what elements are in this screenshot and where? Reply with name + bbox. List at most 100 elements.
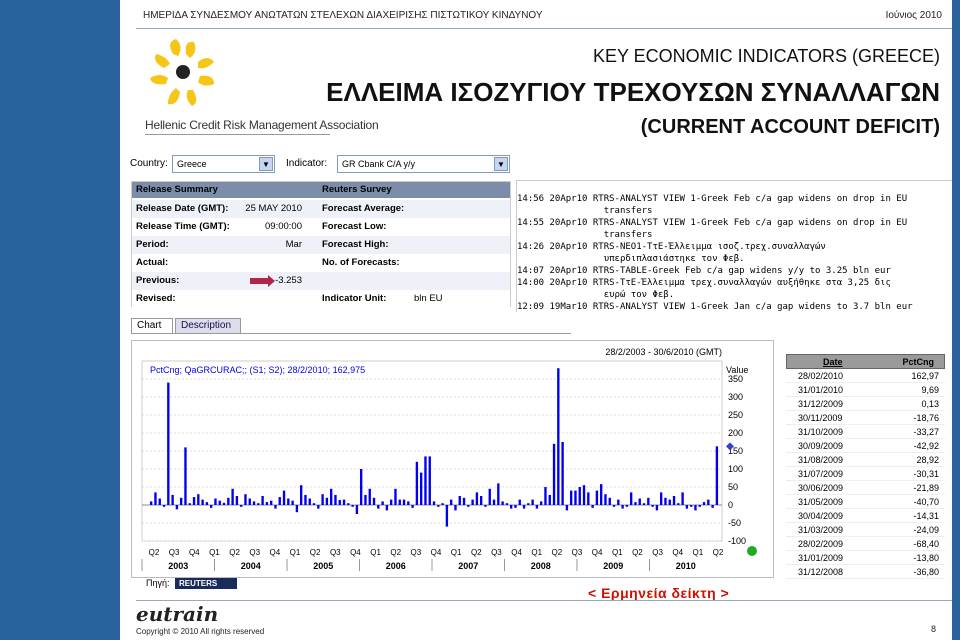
chart-bar xyxy=(475,492,479,505)
x-tick-label: Q1 xyxy=(370,548,381,557)
chart-bar xyxy=(625,505,629,507)
table-row[interactable]: 28/02/2010 162,97 xyxy=(786,369,945,383)
table-row[interactable]: 31/01/2009 -13,80 xyxy=(786,551,945,565)
header-divider xyxy=(136,28,952,29)
table-row[interactable]: 31/08/2009 28,92 xyxy=(786,453,945,467)
x-tick-label: Q3 xyxy=(652,548,663,557)
chart-bar xyxy=(274,505,277,509)
news-item[interactable]: 14:56 20Apr10 RTRS-ANALYST VIEW 1-Greek … xyxy=(517,193,907,205)
reuters-survey-header: Reuters Survey xyxy=(318,182,510,198)
release-key: Release Date (GMT): xyxy=(136,203,229,214)
x-tick-label: Q3 xyxy=(249,548,260,557)
chart-bar xyxy=(201,499,204,505)
country-label: Country: xyxy=(130,158,168,169)
survey-key: Forecast Low: xyxy=(322,221,387,232)
x-tick-label: Q3 xyxy=(169,548,180,557)
pct-cell: -30,31 xyxy=(913,469,939,479)
x-tick-label: Q4 xyxy=(431,548,442,557)
chevron-down-icon[interactable]: ▼ xyxy=(494,157,508,171)
table-row[interactable]: 31/05/2009 -40,70 xyxy=(786,495,945,509)
date-cell: 31/10/2009 xyxy=(798,427,844,437)
chart-bar xyxy=(715,446,719,505)
pct-cell: -18,76 xyxy=(913,413,939,423)
value-axis-label: Value xyxy=(726,365,748,375)
x-tick-label: Q1 xyxy=(290,548,301,557)
x-tick-label: Q4 xyxy=(592,548,603,557)
release-key: Revised: xyxy=(136,293,176,304)
survey-value: bln EU xyxy=(414,293,443,304)
news-item[interactable]: 14:00 20Apr10 RTRS-ΤτΕ-Έλλειμμα τρεχ.συν… xyxy=(517,277,891,289)
chevron-down-icon[interactable]: ▼ xyxy=(259,157,273,171)
chart-bar xyxy=(552,443,556,505)
chart-bar xyxy=(222,502,226,505)
column-header-date[interactable]: Date xyxy=(823,357,843,367)
news-item[interactable]: 14:07 20Apr10 RTRS-TABLE-Greek Feb c/a g… xyxy=(517,265,891,277)
date-cell: 31/07/2009 xyxy=(798,469,844,479)
chart-bar xyxy=(492,499,496,505)
chart-bar xyxy=(214,498,217,505)
chart-bar xyxy=(638,498,641,505)
chart-bar xyxy=(407,501,410,505)
x-tick-label: Q1 xyxy=(209,548,220,557)
chart-bar xyxy=(270,500,273,505)
column-header-pct[interactable]: PctCng xyxy=(903,357,935,367)
x-tick-label: Q2 xyxy=(713,548,724,557)
release-value xyxy=(298,254,306,260)
table-row[interactable]: 31/07/2009 -30,31 xyxy=(786,467,945,481)
chart-bar xyxy=(321,494,324,505)
chart-bar xyxy=(467,505,470,507)
news-item[interactable]: transfers xyxy=(517,229,653,241)
date-cell: 28/02/2009 xyxy=(798,539,844,549)
country-select[interactable]: Greece ▼ xyxy=(172,155,275,173)
tab-chart[interactable]: Chart xyxy=(131,318,173,334)
table-row[interactable]: 31/12/2009 0,13 xyxy=(786,397,945,411)
year-label: 2006 xyxy=(386,561,406,571)
news-item[interactable]: 14:26 20Apr10 RTRS-ΝΕΟ1-ΤτΕ-Έλλειμμα ισο… xyxy=(517,241,826,253)
date-cell: 30/04/2009 xyxy=(798,511,844,521)
chart-bar xyxy=(355,505,359,514)
chart-bar xyxy=(372,497,376,505)
table-row[interactable]: 30/11/2009 -18,76 xyxy=(786,411,945,425)
chart-bar xyxy=(227,497,230,505)
chart-bar xyxy=(424,456,427,505)
tab-description[interactable]: Description xyxy=(175,318,241,334)
chart-bar xyxy=(484,505,487,507)
chart-bar xyxy=(428,456,431,505)
release-row: Release Date (GMT): 25 MAY 2010 Forecast… xyxy=(132,200,510,218)
x-tick-label: Q1 xyxy=(531,548,542,557)
table-row[interactable]: 30/04/2009 -14,31 xyxy=(786,509,945,523)
news-item[interactable]: ευρώ τον Φεβ. xyxy=(517,289,674,301)
title-line2: ΕΛΛΕΙΜΑ ΙΣΟΖΥΓΙΟΥ ΤΡΕΧΟΥΣΩΝ ΣΥΝΑΛΛΑΓΩΝ xyxy=(326,77,940,107)
pct-cell: -33,27 xyxy=(913,427,939,437)
table-row[interactable]: 31/01/2010 9,69 xyxy=(786,383,945,397)
chart-bar xyxy=(308,498,311,505)
table-row[interactable]: 31/10/2009 -33,27 xyxy=(786,425,945,439)
interpretation-link[interactable]: < Ερμηνεία δείκτη > xyxy=(588,585,729,601)
tab-divider xyxy=(131,333,571,334)
y-tick-label: -100 xyxy=(728,536,746,546)
news-item[interactable]: 14:55 20Apr10 RTRS-ANALYST VIEW 1-Greek … xyxy=(517,217,907,229)
chart-bar xyxy=(527,503,530,505)
chart-bar xyxy=(347,503,350,505)
chart-bar xyxy=(595,490,599,505)
indicator-select[interactable]: GR Cbank C/A y/y ▼ xyxy=(337,155,510,173)
chart-bar xyxy=(582,485,586,505)
table-row[interactable]: 28/02/2009 -68,40 xyxy=(786,537,945,551)
y-tick-label: 350 xyxy=(728,374,743,384)
table-row[interactable]: 30/06/2009 -21,89 xyxy=(786,481,945,495)
date-cell: 28/02/2010 xyxy=(798,371,844,381)
table-row[interactable]: 31/03/2009 -24,09 xyxy=(786,523,945,537)
news-item[interactable]: transfers xyxy=(517,205,653,217)
chart-bar xyxy=(480,496,483,505)
news-item[interactable]: υπερδιπλασιάστηκε τον Φεβ. xyxy=(517,253,745,265)
chart-bar xyxy=(694,505,697,511)
chart-bar xyxy=(342,499,346,505)
table-row[interactable]: 31/12/2008 -36,80 xyxy=(786,565,945,579)
x-tick-label: Q4 xyxy=(672,548,683,557)
news-item[interactable]: 12:09 19Mar10 RTRS-ANALYST VIEW 1-Greek … xyxy=(517,301,913,313)
x-tick-label: Q3 xyxy=(572,548,583,557)
table-row[interactable]: 30/09/2009 -42,92 xyxy=(786,439,945,453)
pct-cell: -68,40 xyxy=(913,539,939,549)
indicator-value: GR Cbank C/A y/y xyxy=(342,159,416,169)
chart-bar xyxy=(698,505,701,507)
